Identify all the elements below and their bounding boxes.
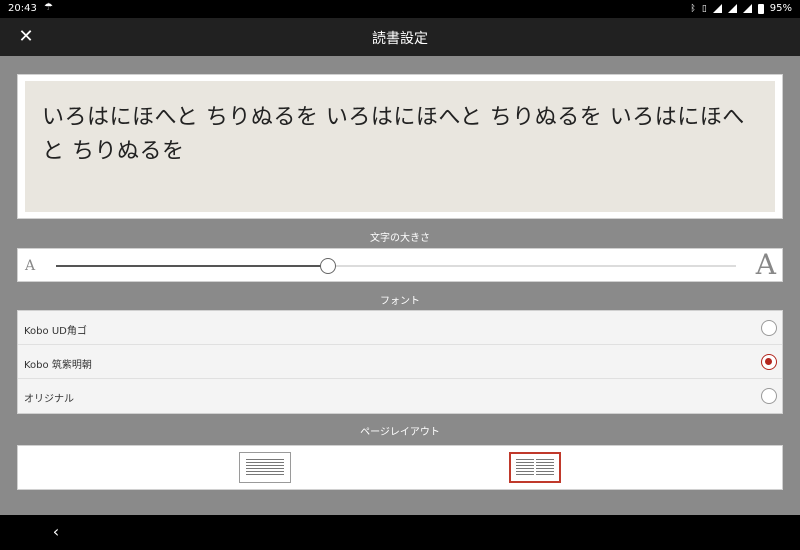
status-time: 20:43 [8, 3, 37, 14]
bluetooth-icon: ᛒ [690, 3, 696, 14]
navigation-bar: ‹ [0, 515, 800, 550]
preview-area: いろはにほへと ちりぬるを いろはにほへと ちりぬるを いろはにほへと ちりぬる… [25, 81, 775, 212]
page-title: 読書設定 [372, 31, 428, 47]
back-button[interactable]: ‹ [46, 522, 66, 542]
preview-card: いろはにほへと ちりぬるを いろはにほへと ちりぬるを いろはにほへと ちりぬる… [17, 74, 783, 219]
font-option-label: Kobo UD角ゴ [24, 326, 87, 337]
font-list: Kobo UD角ゴ Kobo 筑紫明朝 オリジナル [17, 310, 783, 414]
font-option-kobo-ud-gothic[interactable]: Kobo UD角ゴ [18, 311, 782, 345]
font-size-slider[interactable]: A A [17, 248, 783, 282]
font-option-label: オリジナル [24, 394, 74, 405]
status-bar: 20:43 ☂ ᛒ ▯ 95% [0, 0, 800, 18]
single-column-layout-button[interactable] [239, 452, 291, 483]
notification-icon: ☂ [44, 2, 53, 13]
preview-text: いろはにほへと ちりぬるを いろはにほへと ちりぬるを いろはにほへと ちりぬる… [42, 105, 745, 164]
settings-content[interactable]: いろはにほへと ちりぬるを いろはにほへと ちりぬるを いろはにほへと ちりぬる… [0, 56, 800, 515]
page-layout-label: ページレイアウト [360, 427, 440, 438]
two-column-layout-button[interactable] [509, 452, 561, 483]
font-label: フォント [380, 296, 420, 307]
font-option-label: Kobo 筑紫明朝 [24, 360, 92, 371]
radio-button[interactable] [761, 354, 777, 370]
vibrate-icon: ▯ [701, 3, 707, 14]
battery-percent: 95% [769, 3, 792, 14]
status-icons: ᛒ ▯ 95% [690, 3, 792, 14]
single-column-icon [246, 459, 284, 476]
font-option-original[interactable]: オリジナル [18, 379, 782, 413]
wifi-icon [712, 4, 722, 13]
page-layout-options [17, 445, 783, 490]
font-size-label: 文字の大きさ [370, 233, 430, 244]
radio-button[interactable] [761, 388, 777, 404]
two-column-icon [516, 459, 534, 476]
slider-track[interactable] [56, 258, 736, 274]
two-column-icon [536, 459, 554, 476]
radio-button[interactable] [761, 320, 777, 336]
slider-fill [56, 265, 328, 267]
font-option-kobo-tsukushi-mincho[interactable]: Kobo 筑紫明朝 [18, 345, 782, 379]
app-bar: ✕ 読書設定 [0, 18, 800, 56]
large-text-icon: A [755, 248, 776, 281]
slider-thumb[interactable] [320, 258, 336, 274]
signal-icon [742, 4, 752, 13]
battery-icon [757, 3, 764, 14]
back-icon: ‹ [52, 522, 60, 541]
small-text-icon: A [25, 258, 36, 274]
signal-icon [727, 4, 737, 13]
